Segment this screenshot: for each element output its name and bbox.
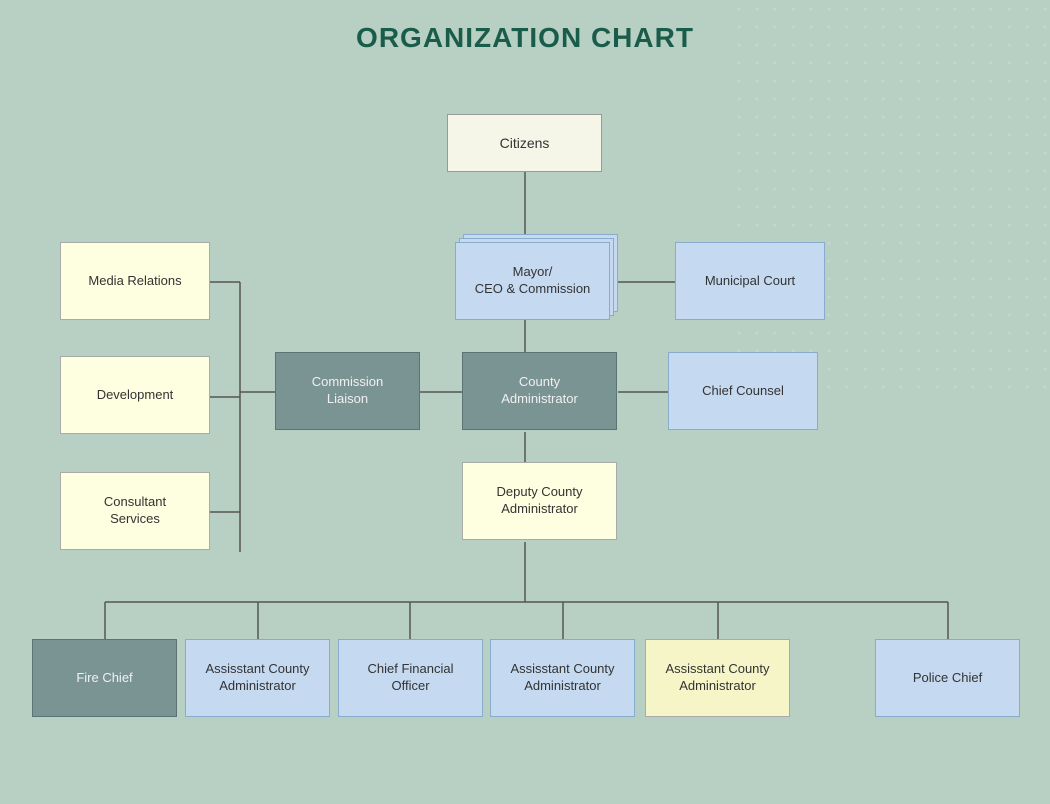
node-municipal-court: Municipal Court [675,242,825,320]
node-deputy-county-admin: Deputy County Administrator [462,462,617,540]
node-asst-admin-3: Assisstant County Administrator [645,639,790,717]
node-chief-counsel: Chief Counsel [668,352,818,430]
page-title: ORGANIZATION CHART [0,0,1050,64]
node-commission-liaison: Commission Liaison [275,352,420,430]
node-development: Development [60,356,210,434]
node-citizens: Citizens [447,114,602,172]
node-fire-chief: Fire Chief [32,639,177,717]
node-asst-admin-1: Assisstant County Administrator [185,639,330,717]
node-police-chief: Police Chief [875,639,1020,717]
chart-area: Citizens Mayor/ CEO & Commission Municip… [0,64,1050,804]
node-consultant-services: Consultant Services [60,472,210,550]
node-cfo: Chief Financial Officer [338,639,483,717]
node-media-relations: Media Relations [60,242,210,320]
node-asst-admin-2: Assisstant County Administrator [490,639,635,717]
node-county-admin: County Administrator [462,352,617,430]
